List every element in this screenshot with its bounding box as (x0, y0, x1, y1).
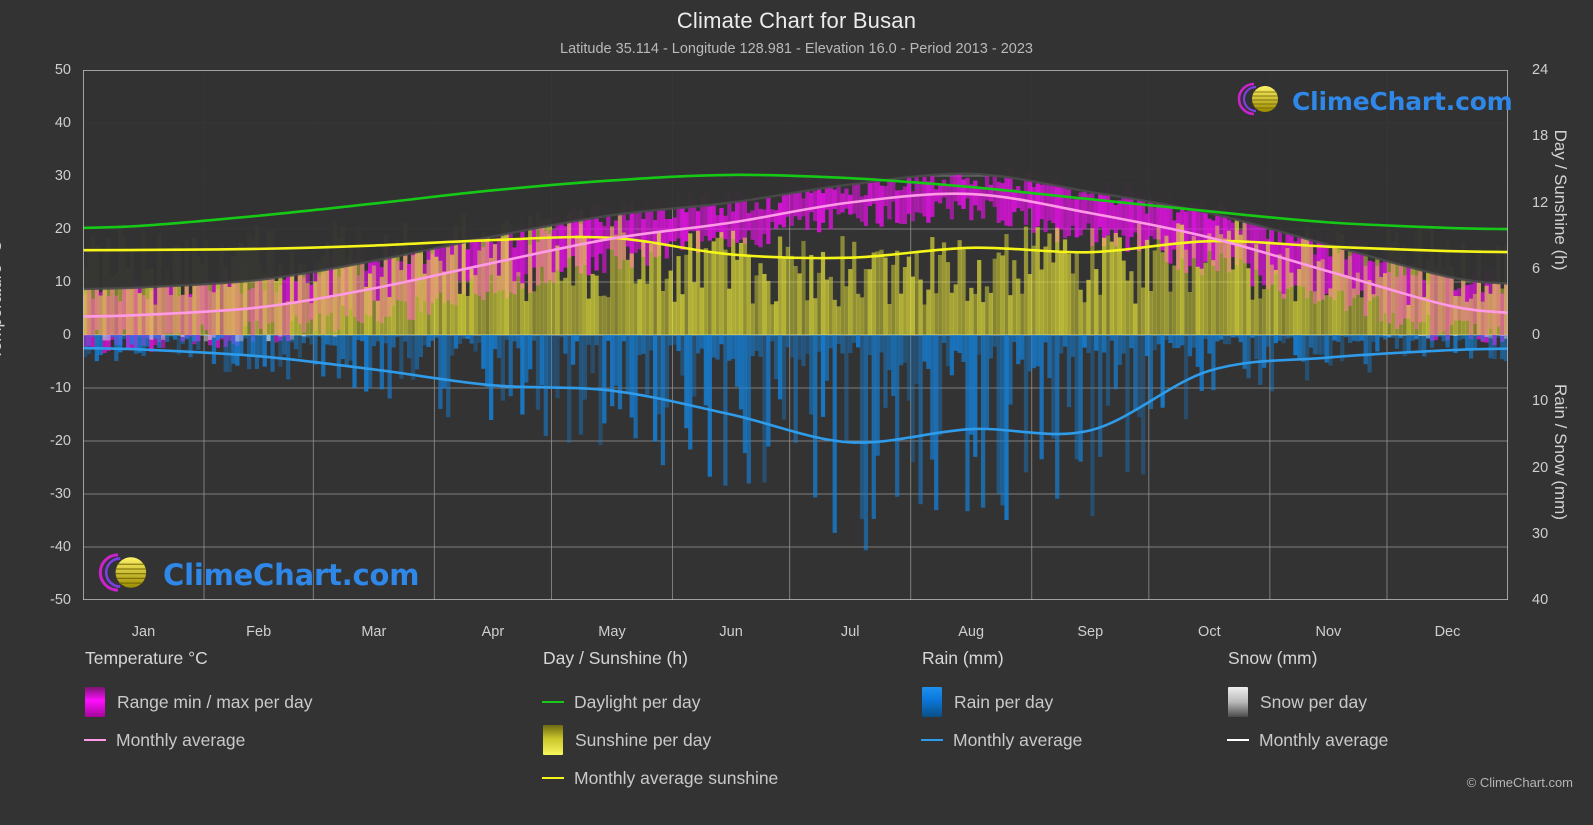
y-tick-hours-18: 18 (1532, 128, 1549, 145)
watermark-bottom: ClimeChart.com (92, 549, 419, 601)
legend-item-sunshine-average[interactable]: Monthly average sunshine (542, 759, 779, 797)
x-tick-jul: Jul (840, 624, 860, 640)
y-tick-hours-24: 24 (1532, 62, 1549, 78)
legend-item-label: Rain per day (954, 691, 1054, 712)
legend-item-temp-average[interactable]: Monthly average (84, 721, 313, 759)
x-tick-dec: Dec (1434, 624, 1461, 640)
y-tick-left--50: -50 (50, 592, 71, 608)
y-tick-hours-0: 0 (1532, 327, 1541, 343)
legend-item-label: Daylight per day (574, 691, 701, 712)
y-tick-precip-40: 40 (1532, 592, 1549, 608)
y-axis-title-left: Temperature °C (0, 240, 5, 360)
legend-line-rain-average (921, 739, 943, 741)
legend-item-rain-per-day[interactable]: Rain per day (922, 683, 1082, 721)
legend-item-snow-average[interactable]: Monthly average (1227, 721, 1389, 759)
chart-canvas (83, 70, 1508, 600)
legend-item-label: Snow per day (1260, 691, 1368, 712)
y-axis-title-right-hours: Day / Sunshine (h) (1551, 129, 1570, 271)
legend-line-sunshine-average (542, 777, 564, 779)
legend-swatch-snow (1228, 687, 1248, 717)
legend-item-label: Monthly average (1259, 729, 1389, 750)
legend-item-daylight[interactable]: Daylight per day (542, 683, 778, 721)
page-title: Climate Chart for Busan (676, 8, 917, 33)
copyright-text: © ClimeChart.com (1466, 775, 1573, 790)
y-tick-precip-10: 10 (1532, 393, 1549, 410)
climate-chart-page: Climate Chart for Busan Latitude 35.114 … (0, 0, 1593, 825)
legend-item-label: Sunshine per day (575, 729, 712, 750)
legend-item-label: Range min / max per day (117, 691, 313, 712)
x-tick-jan: Jan (131, 624, 156, 640)
legend-item-snow-per-day[interactable]: Snow per day (1228, 683, 1388, 721)
legend-heading: Snow (mm) (1228, 648, 1318, 668)
y-tick-left--20: -20 (50, 433, 71, 449)
y-tick-left--40: -40 (50, 539, 71, 555)
y-tick-left--10: -10 (50, 380, 71, 396)
legend-heading: Temperature °C (85, 648, 208, 668)
y-tick-left-40: 40 (54, 115, 71, 131)
y-tick-hours-12: 12 (1532, 194, 1549, 211)
y-tick-left--30: -30 (50, 486, 71, 502)
chart-plot-area (83, 70, 1508, 600)
legend-line-snow-average (1227, 739, 1249, 741)
legend-column-sunshine: Day / Sunshine (h) Daylight per day Suns… (542, 648, 779, 797)
page-subtitle: Latitude 35.114 - Longitude 128.981 - El… (560, 41, 1033, 57)
x-tick-aug: Aug (958, 624, 985, 640)
legend-swatch-rain (922, 687, 942, 717)
legend-line-daylight (542, 701, 564, 703)
legend-item-label: Monthly average (953, 729, 1083, 750)
y-tick-left-50: 50 (54, 62, 71, 78)
x-tick-may: May (598, 624, 626, 640)
x-tick-oct: Oct (1198, 624, 1221, 640)
legend-swatch-temp-range (85, 687, 105, 717)
y-tick-precip-20: 20 (1532, 459, 1549, 476)
y-tick-hours-6: 6 (1532, 260, 1541, 277)
climechart-logo-icon (92, 549, 158, 601)
watermark-text: ClimeChart.com (163, 558, 420, 592)
y-tick-left-20: 20 (54, 221, 71, 237)
legend-item-temp-range[interactable]: Range min / max per day (85, 683, 313, 721)
legend-heading: Rain (mm) (922, 648, 1004, 668)
climechart-logo-icon (1232, 79, 1288, 124)
legend-item-sunshine-per-day[interactable]: Sunshine per day (543, 721, 778, 759)
legend-item-rain-average[interactable]: Monthly average (921, 721, 1083, 759)
x-tick-mar: Mar (361, 624, 387, 640)
legend-swatch-sunshine (543, 725, 563, 755)
x-tick-apr: Apr (481, 624, 505, 640)
y-tick-left-10: 10 (54, 274, 71, 290)
watermark-top: ClimeChart.com (1232, 79, 1513, 124)
y-tick-left-0: 0 (62, 327, 71, 343)
legend-column-temperature: Temperature °C Range min / max per day M… (84, 648, 313, 759)
legend-item-label: Monthly average (116, 729, 246, 750)
x-tick-feb: Feb (246, 624, 272, 640)
y-tick-left-30: 30 (54, 168, 71, 184)
legend-item-label: Monthly average sunshine (574, 767, 779, 788)
legend-heading: Day / Sunshine (h) (543, 648, 688, 668)
legend-line-temp-average (84, 739, 106, 741)
y-tick-precip-30: 30 (1532, 525, 1549, 542)
x-tick-sep: Sep (1077, 624, 1104, 640)
y-axis-title-right-precip: Rain / Snow (mm) (1551, 383, 1570, 521)
legend-column-snow: Snow (mm) Snow per day Monthly average (1227, 648, 1389, 759)
x-tick-nov: Nov (1315, 624, 1342, 640)
legend-column-rain: Rain (mm) Rain per day Monthly average (921, 648, 1083, 759)
x-tick-jun: Jun (719, 624, 743, 640)
watermark-text: ClimeChart.com (1292, 87, 1513, 116)
chart-legend: Temperature °C Range min / max per day M… (0, 648, 1593, 808)
